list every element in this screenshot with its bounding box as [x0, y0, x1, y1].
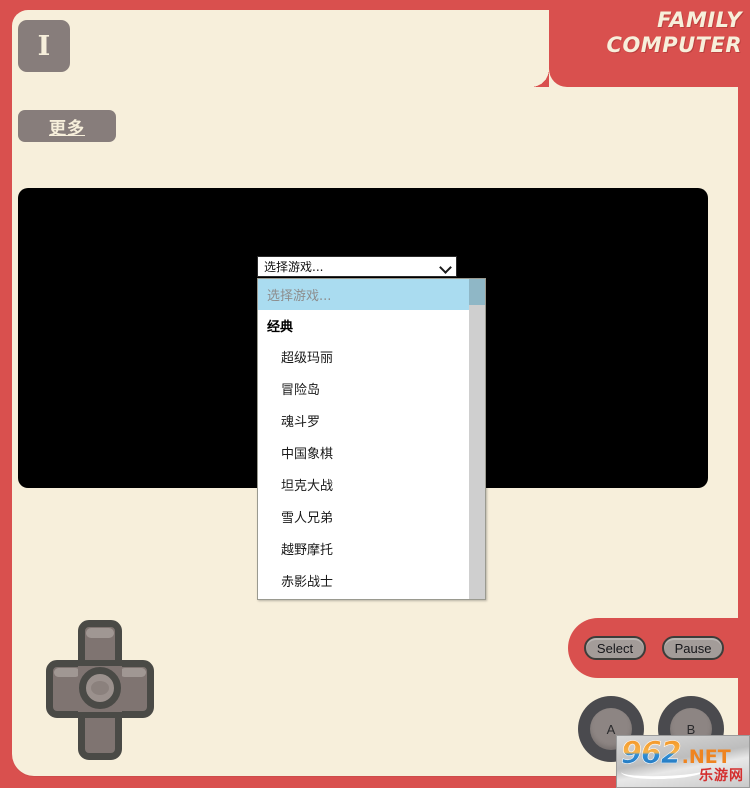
dropdown-option[interactable]: 坦克大战: [258, 468, 469, 500]
game-select-value: 选择游戏...: [264, 260, 324, 273]
select-pause-plate: Select Pause: [568, 618, 750, 678]
dpad-hub-inner: [91, 681, 109, 695]
dpad-highlight-right: [120, 668, 146, 677]
directional-pad[interactable]: [46, 620, 154, 760]
more-button[interactable]: 更多: [18, 110, 116, 142]
chevron-down-icon: [439, 260, 452, 273]
game-select[interactable]: 选择游戏...: [257, 256, 457, 277]
dropdown-option[interactable]: 赤影战士: [258, 564, 469, 596]
power-button[interactable]: I: [18, 20, 70, 72]
dropdown-option-list: 选择游戏... 经典 超级玛丽 冒险岛 魂斗罗 中国象棋 坦克大战 雪人兄弟 越…: [258, 279, 469, 599]
dropdown-group-label: 经典: [267, 319, 294, 335]
dropdown-option[interactable]: 魂斗罗: [258, 404, 469, 436]
watermark-chinese: 乐游网: [699, 768, 744, 784]
panel-corner-notch: [549, 9, 739, 87]
more-label: 更多: [49, 118, 85, 139]
dropdown-option[interactable]: 越野摩托: [258, 532, 469, 564]
dropdown-option[interactable]: 雪人兄弟: [258, 500, 469, 532]
dropdown-option[interactable]: 超级玛丽: [258, 340, 469, 372]
pause-button[interactable]: Pause: [662, 636, 724, 660]
site-watermark: 962 .NET 乐游网: [616, 735, 750, 788]
dropdown-option[interactable]: 中国象棋: [258, 436, 469, 468]
dpad-highlight-up: [86, 628, 114, 638]
dropdown-scrollbar[interactable]: [469, 279, 485, 599]
dpad-hub[interactable]: [79, 667, 121, 709]
console-shell: FAMILY COMPUTER I 更多 选择游戏... 选择游戏... 经典 …: [0, 0, 750, 788]
dropdown-scroll-thumb[interactable]: [469, 279, 485, 305]
power-icon: I: [37, 30, 51, 62]
dropdown-option[interactable]: 冒险岛: [258, 372, 469, 404]
dropdown-option[interactable]: 沙罗曼蛇: [258, 596, 469, 599]
watermark-swoosh-icon: [620, 760, 708, 781]
dpad-highlight-left: [54, 668, 80, 677]
dropdown-option-placeholder[interactable]: 选择游戏...: [258, 279, 469, 310]
game-select-dropdown[interactable]: 选择游戏... 经典 超级玛丽 冒险岛 魂斗罗 中国象棋 坦克大战 雪人兄弟 越…: [257, 278, 486, 600]
select-button[interactable]: Select: [584, 636, 646, 660]
